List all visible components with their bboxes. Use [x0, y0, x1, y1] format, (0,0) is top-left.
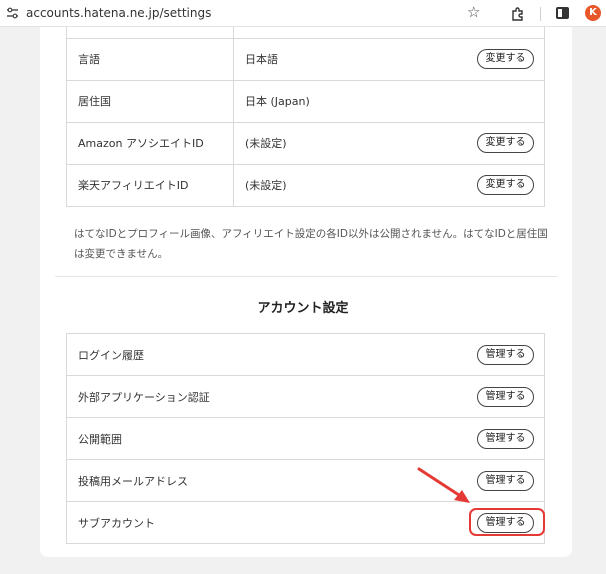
change-rakuten-id-button[interactable]: 変更する: [477, 175, 534, 195]
bookmark-star-icon[interactable]: ☆: [467, 3, 480, 21]
row-label: ログイン履歴: [78, 348, 144, 362]
highlight-box: [469, 508, 545, 536]
site-settings-icon[interactable]: [6, 7, 19, 19]
section-divider: [55, 276, 557, 277]
table-row-amazon-id: Amazon アソシエイトID (未設定) 変更する: [66, 121, 545, 165]
privacy-note: はてなIDとプロフィール画像、アフィリエイト設定の各ID以外は公開されません。は…: [74, 228, 548, 260]
table-row-external-app-auth: 外部アプリケーション認証 管理する: [66, 375, 545, 418]
row-value: (未設定): [245, 137, 287, 150]
row-label: 楽天アフィリエイトID: [66, 163, 234, 207]
change-amazon-id-button[interactable]: 変更する: [477, 133, 534, 153]
row-label: 居住国: [66, 79, 234, 123]
table-row-posting-email: 投稿用メールアドレス 管理する: [66, 459, 545, 502]
profile-avatar[interactable]: K: [585, 5, 601, 21]
manage-visibility-button[interactable]: 管理する: [477, 428, 534, 449]
row-label: サブアカウント: [78, 516, 155, 530]
account-settings-heading: アカウント設定: [257, 301, 349, 316]
browser-toolbar: accounts.hatena.ne.jp/settings ☆ K: [0, 0, 606, 27]
extensions-puzzle-icon[interactable]: [510, 6, 526, 22]
row-label: 公開範囲: [78, 432, 122, 446]
table-row-partial: [66, 27, 545, 39]
profile-settings-table: 言語 日本語 変更する 居住国 日本 (Japan) Amazon アソシエイト…: [66, 27, 545, 207]
toolbar-separator: [540, 7, 541, 21]
row-value: 日本語: [245, 53, 278, 66]
row-value: (未設定): [245, 179, 287, 192]
side-panel-icon[interactable]: [556, 7, 569, 19]
table-row-login-history: ログイン履歴 管理する: [66, 333, 545, 376]
row-label: 言語: [66, 37, 234, 81]
manage-login-history-button[interactable]: 管理する: [477, 344, 534, 365]
row-label: Amazon アソシエイトID: [66, 121, 234, 165]
annotation-arrow-icon: [417, 467, 470, 503]
row-label: 投稿用メールアドレス: [78, 474, 188, 488]
table-row-visibility: 公開範囲 管理する: [66, 417, 545, 460]
row-label: 外部アプリケーション認証: [78, 390, 210, 404]
change-language-button[interactable]: 変更する: [477, 49, 534, 69]
address-bar-url[interactable]: accounts.hatena.ne.jp/settings: [26, 6, 211, 20]
table-row-rakuten-id: 楽天アフィリエイトID (未設定) 変更する: [66, 163, 545, 207]
table-row-country: 居住国 日本 (Japan): [66, 79, 545, 123]
table-row-language: 言語 日本語 変更する: [66, 37, 545, 81]
manage-external-apps-button[interactable]: 管理する: [477, 386, 534, 407]
row-value: 日本 (Japan): [245, 95, 310, 108]
manage-posting-email-button[interactable]: 管理する: [477, 470, 534, 491]
